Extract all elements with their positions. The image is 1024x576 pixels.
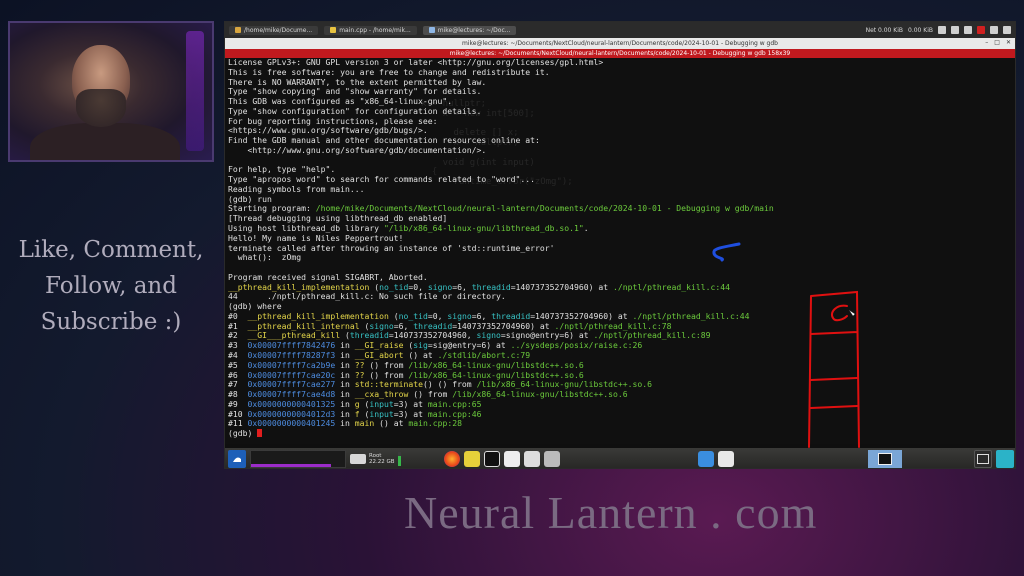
task-label: main.cpp - /home/mik... — [339, 26, 411, 34]
document-icon[interactable] — [504, 451, 520, 467]
disk-meter — [397, 452, 401, 466]
editor-icon — [330, 27, 337, 33]
show-desktop-button[interactable] — [974, 450, 992, 468]
task-label: mike@lectures: ~/Doc... — [437, 26, 511, 34]
active-terminal-button[interactable] — [868, 450, 902, 468]
window-titlebar: mike@lectures: ~/Documents/NextCloud/neu… — [225, 38, 1015, 49]
bottom-taskbar: Root 22.22 GB — [225, 448, 1015, 468]
maximize-button[interactable]: □ — [994, 39, 1000, 46]
terminal-line: #11 0x0000000000401245 in main () at mai… — [228, 418, 462, 429]
volume-icon[interactable] — [964, 26, 972, 34]
cpu-graph — [250, 450, 346, 468]
terminal-tab[interactable]: mike@lectures: ~/Documents/NextCloud/neu… — [225, 49, 1015, 58]
terminal-launcher-icon[interactable] — [484, 451, 500, 467]
folder-icon — [235, 27, 241, 33]
presenter-body — [30, 123, 180, 160]
net-speed-down: Net 0.00 KiB — [865, 26, 904, 34]
terminal-tab-label: mike@lectures: ~/Documents/NextCloud/neu… — [449, 50, 791, 57]
window-title: mike@lectures: ~/Documents/NextCloud/neu… — [462, 40, 778, 47]
drive-icon — [350, 454, 366, 464]
workspace-button[interactable] — [996, 450, 1014, 468]
brand-watermark: Neural Lantern . com — [404, 487, 818, 538]
promo-line: Follow, and — [45, 273, 177, 299]
promo-line: Subscribe :) — [40, 309, 182, 335]
display-icon[interactable] — [938, 26, 946, 34]
terminal-icon — [878, 453, 892, 465]
purple-lamp — [186, 31, 204, 151]
terminal-line: <http://www.gnu.org/software/gdb/documen… — [228, 144, 487, 155]
promo-line: Like, Comment, — [18, 237, 204, 263]
task-file-manager[interactable]: /home/mike/Docume... — [229, 25, 319, 35]
terminal-cursor — [257, 429, 263, 438]
mouse-logo-icon — [233, 457, 241, 462]
net-speed-up: 0.00 KiB — [908, 26, 933, 34]
minimize-button[interactable]: – — [985, 39, 988, 46]
system-tray: Net 0.00 KiB 0.00 KiB — [866, 26, 1015, 34]
disk-meter-fill — [397, 456, 401, 466]
desktop-icon[interactable] — [718, 451, 734, 467]
window-icon — [977, 454, 989, 464]
terminal-line: terminate called after throwing an insta… — [228, 242, 555, 253]
close-button[interactable]: ✕ — [1006, 39, 1011, 46]
task-editor[interactable]: main.cpp - /home/mik... — [324, 25, 417, 35]
terminal-icon — [428, 27, 435, 33]
start-menu-button[interactable] — [228, 450, 246, 468]
terminal-line: Reading symbols from main... — [228, 183, 365, 194]
power-icon[interactable] — [1003, 26, 1011, 34]
promo-text: Like, Comment, Follow, and Subscribe :) — [8, 232, 214, 340]
desktop-screen: /home/mike/Docume... main.cpp - /home/mi… — [224, 21, 1016, 469]
bluetooth-icon[interactable] — [951, 26, 959, 34]
disk-usage[interactable]: Root 22.22 GB — [350, 452, 401, 466]
terminal-line: (gdb) — [228, 428, 1014, 439]
app-icon[interactable] — [544, 451, 560, 467]
notes-icon[interactable] — [698, 451, 714, 467]
task-label: /home/mike/Docume... — [244, 26, 313, 34]
text-editor-icon[interactable] — [464, 451, 480, 467]
webcam-feed — [8, 21, 214, 162]
notification-icon[interactable] — [977, 26, 985, 34]
presenter-beard — [76, 89, 126, 127]
settings-icon[interactable] — [524, 451, 540, 467]
terminal-line: what(): zOmg — [228, 252, 302, 263]
top-panel: /home/mike/Docume... main.cpp - /home/mi… — [225, 22, 1015, 38]
cpu-graph-bar — [251, 464, 331, 467]
disk-size: 22.22 GB — [369, 459, 395, 465]
terminal-output[interactable]: x = nullptr; x = new int[500]; delete []… — [225, 58, 1015, 444]
task-terminal[interactable]: mike@lectures: ~/Doc... — [422, 25, 517, 35]
battery-icon[interactable] — [990, 26, 998, 34]
terminal-line: 44 ./nptl/pthread_kill.c: No such file o… — [228, 291, 506, 302]
firefox-icon[interactable] — [444, 451, 460, 467]
